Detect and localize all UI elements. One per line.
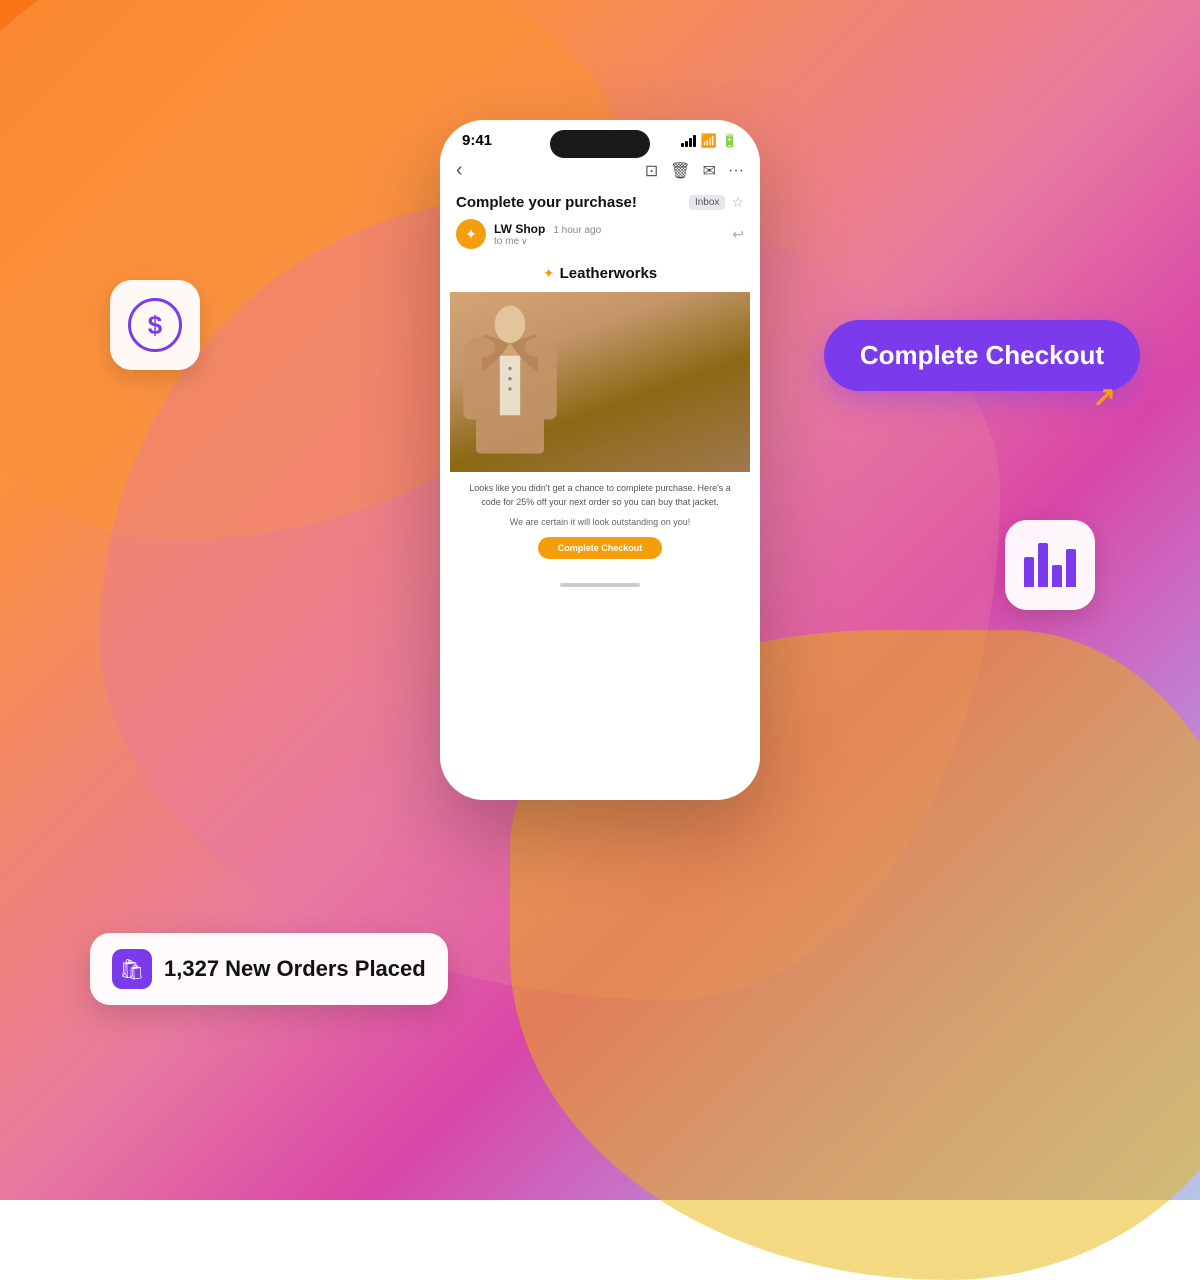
signal-icon bbox=[681, 135, 696, 147]
jacket-illustration bbox=[450, 292, 570, 462]
more-icon[interactable]: ··· bbox=[728, 162, 744, 180]
brand-name: Leatherworks bbox=[560, 265, 658, 282]
chart-bar-3 bbox=[1052, 565, 1062, 587]
status-time: 9:41 bbox=[462, 132, 492, 149]
scene: $ 9:41 📶 🔋 bbox=[0, 0, 1200, 1200]
email-text-section: Looks like you didn't get a chance to co… bbox=[450, 472, 750, 577]
product-image bbox=[450, 292, 750, 472]
orders-bag-icon: 🛍 bbox=[112, 949, 152, 989]
cursor-icon: ↗ bbox=[1093, 380, 1116, 413]
orders-card: 🛍 1,327 New Orders Placed bbox=[90, 933, 448, 1005]
dollar-circle-icon: $ bbox=[128, 298, 182, 352]
email-sub-text: We are certain it will look outstanding … bbox=[464, 517, 736, 527]
archive-icon[interactable]: ⊡ bbox=[645, 161, 658, 181]
sender-name: LW Shop bbox=[494, 222, 545, 236]
chart-card bbox=[1005, 520, 1095, 610]
chart-bar-2 bbox=[1038, 543, 1048, 587]
sender-avatar: ✦ bbox=[456, 219, 486, 249]
email-subject: Complete your purchase! bbox=[456, 194, 637, 211]
email-body: ✦ Leatherworks bbox=[450, 255, 750, 577]
sender-to: to me bbox=[494, 236, 519, 247]
chart-bar-4 bbox=[1066, 549, 1076, 587]
inbox-badge: Inbox bbox=[689, 195, 725, 210]
home-bar bbox=[560, 583, 640, 587]
wifi-icon: 📶 bbox=[701, 133, 717, 149]
orders-count-text: 1,327 New Orders Placed bbox=[164, 956, 426, 982]
phone-frame: 9:41 📶 🔋 ‹ ⊡ 🗑 ✉ bbox=[440, 120, 760, 800]
sender-row: ✦ LW Shop 1 hour ago to me ∨ ↩ bbox=[440, 213, 760, 255]
sender-info: LW Shop 1 hour ago to me ∨ bbox=[494, 222, 724, 247]
brand-header: ✦ Leatherworks bbox=[450, 255, 750, 292]
reply-icon[interactable]: ↩ bbox=[732, 226, 744, 243]
delete-icon[interactable]: 🗑 bbox=[670, 161, 690, 181]
status-icons: 📶 🔋 bbox=[681, 133, 738, 149]
dollar-card: $ bbox=[110, 280, 200, 370]
star-icon[interactable]: ☆ bbox=[731, 194, 744, 211]
toolbar-action-icons: ⊡ 🗑 ✉ ··· bbox=[645, 161, 744, 181]
phone-screen: 9:41 📶 🔋 ‹ ⊡ 🗑 ✉ bbox=[440, 120, 760, 800]
brand-diamond-icon: ✦ bbox=[543, 265, 555, 282]
battery-icon: 🔋 bbox=[722, 133, 738, 149]
email-checkout-button[interactable]: Complete Checkout bbox=[538, 537, 663, 559]
back-icon[interactable]: ‹ bbox=[456, 159, 463, 182]
sender-time: 1 hour ago bbox=[553, 225, 601, 236]
checkout-bubble-label: Complete Checkout bbox=[860, 340, 1104, 370]
sender-logo: ✦ bbox=[465, 226, 477, 243]
checkout-bubble[interactable]: Complete Checkout ↗ bbox=[824, 320, 1140, 391]
email-promo-text: Looks like you didn't get a chance to co… bbox=[464, 482, 736, 509]
chart-bar-1 bbox=[1024, 557, 1034, 587]
phone-notch bbox=[550, 130, 650, 158]
email-subject-row: Complete your purchase! Inbox ☆ bbox=[440, 188, 760, 213]
email-toolbar: ‹ ⊡ 🗑 ✉ ··· bbox=[440, 153, 760, 188]
mail-icon[interactable]: ✉ bbox=[703, 161, 716, 181]
chart-bars bbox=[1024, 543, 1076, 587]
